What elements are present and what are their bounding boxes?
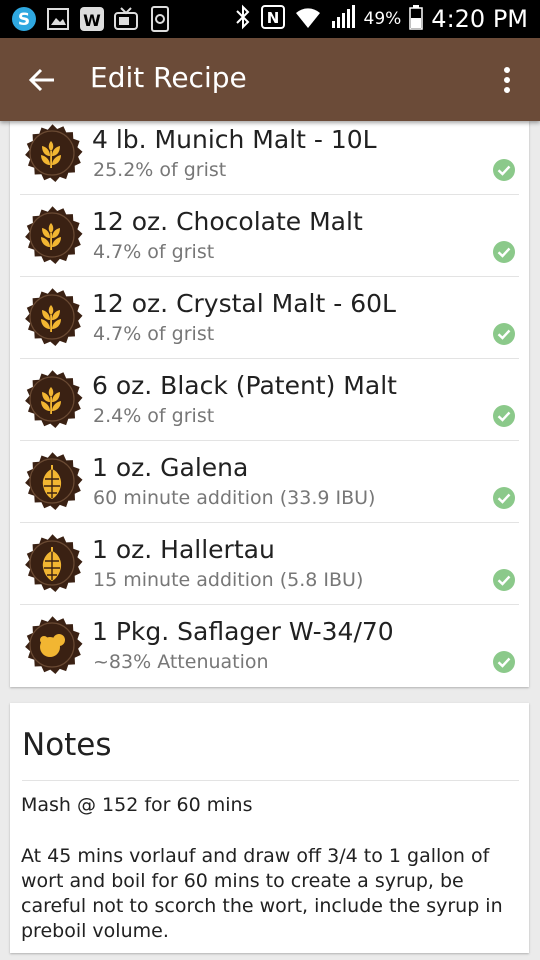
check-circle-icon	[493, 159, 515, 181]
notes-paragraph: At 45 mins vorlauf and draw off 3/4 to 1…	[21, 845, 503, 942]
check-circle-icon	[493, 323, 515, 345]
wifi-icon	[294, 4, 322, 34]
grain-icon	[24, 123, 84, 183]
check-circle-icon	[493, 241, 515, 263]
check-circle-icon	[493, 651, 515, 673]
battery-percent: 49%	[363, 9, 402, 29]
check-circle-icon	[493, 405, 515, 427]
ingredient-name: 1 oz. Hallertau	[92, 535, 275, 564]
check-circle-icon	[493, 487, 515, 509]
ingredient-detail: 25.2% of grist	[93, 159, 227, 181]
ingredient-detail: 60 minute addition (33.9 IBU)	[93, 487, 376, 509]
ingredient-detail: ~83% Attenuation	[93, 651, 269, 673]
signal-icon	[330, 4, 356, 34]
clock: 4:20 PM	[431, 5, 528, 33]
check-circle-icon	[493, 569, 515, 591]
ingredient-row[interactable]: 12 oz. Chocolate Malt 4.7% of grist	[10, 195, 529, 277]
yeast-icon	[24, 615, 84, 675]
skype-icon: S	[10, 5, 38, 33]
ingredient-name: 12 oz. Chocolate Malt	[92, 207, 363, 236]
status-bar: S W N 49% 4:20 PM	[0, 0, 540, 38]
hop-icon	[24, 451, 84, 511]
ingredient-row[interactable]: 1 oz. Galena 60 minute addition (33.9 IB…	[10, 441, 529, 523]
back-button[interactable]	[22, 60, 62, 100]
grain-icon	[24, 287, 84, 347]
notification-icons: S W	[10, 5, 174, 33]
word-icon: W	[78, 5, 106, 33]
tv-icon	[112, 5, 140, 33]
grain-icon	[24, 205, 84, 265]
nfc-letter: N	[266, 9, 279, 27]
ingredient-row[interactable]: 12 oz. Crystal Malt - 60L 4.7% of grist	[10, 277, 529, 359]
ingredient-row[interactable]: 1 oz. Hallertau 15 minute addition (5.8 …	[10, 523, 529, 605]
ingredient-detail: 4.7% of grist	[93, 241, 215, 263]
ingredient-row[interactable]: 1 Pkg. Saflager W-34/70 ~83% Attenuation	[10, 605, 529, 687]
ingredient-name: 4 lb. Munich Malt - 10L	[92, 125, 377, 154]
app-bar: Edit Recipe	[0, 38, 540, 121]
ingredient-row[interactable]: 4 lb. Munich Malt - 10L 25.2% of grist	[10, 121, 529, 195]
ingredient-name: 1 oz. Galena	[92, 453, 249, 482]
ingredient-detail: 4.7% of grist	[93, 323, 215, 345]
ingredients-card: 4 lb. Munich Malt - 10L 25.2% of grist 1…	[10, 121, 529, 687]
svg-text:S: S	[18, 10, 30, 30]
bluetooth-icon	[234, 4, 252, 34]
notes-title: Notes	[22, 727, 112, 763]
overflow-menu-button[interactable]	[494, 60, 520, 100]
battery-icon	[409, 4, 424, 34]
hop-icon	[24, 533, 84, 593]
divider	[22, 780, 519, 781]
notes-card[interactable]: Notes Mash @ 152 for 60 mins At 45 mins …	[10, 703, 529, 953]
more-vert-icon	[504, 67, 510, 93]
ingredient-name: 6 oz. Black (Patent) Malt	[92, 371, 397, 400]
gallery-icon	[44, 5, 72, 33]
ingredient-detail: 2.4% of grist	[93, 405, 215, 427]
ingredient-row[interactable]: 6 oz. Black (Patent) Malt 2.4% of grist	[10, 359, 529, 441]
page-title: Edit Recipe	[90, 61, 247, 94]
nfc-icon: N	[260, 4, 286, 34]
ingredient-name: 12 oz. Crystal Malt - 60L	[92, 289, 396, 318]
arrow-back-icon	[28, 68, 54, 92]
ingredient-detail: 15 minute addition (5.8 IBU)	[93, 569, 364, 591]
ingredient-name: 1 Pkg. Saflager W-34/70	[92, 617, 394, 646]
notes-mash-line: Mash @ 152 for 60 mins	[21, 794, 253, 816]
grain-icon	[24, 369, 84, 429]
system-icons: N 49% 4:20 PM	[234, 4, 528, 34]
word-letter: W	[83, 11, 101, 30]
phone-icon	[146, 5, 174, 33]
